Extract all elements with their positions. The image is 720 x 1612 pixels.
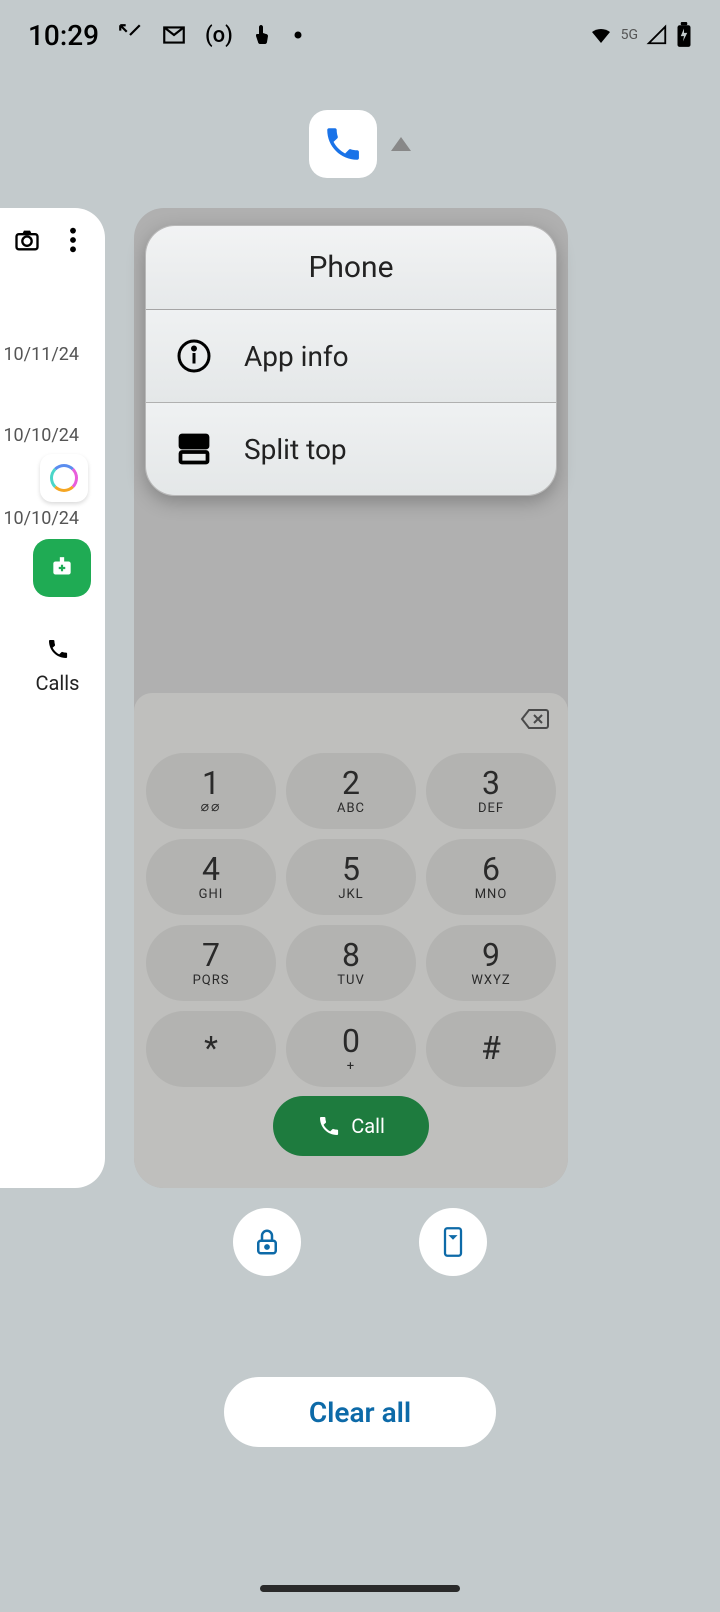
chevron-up-icon: [391, 137, 411, 151]
action-row: [0, 1208, 720, 1276]
lock-app-button[interactable]: [233, 1208, 301, 1276]
nav-handle[interactable]: [260, 1585, 460, 1592]
gmail-icon: [161, 22, 187, 48]
recents-card-left[interactable]: 10/11/24 10/10/24 10/10/24 n the Calls: [0, 208, 105, 1188]
menu-item-app-info[interactable]: App info: [146, 310, 556, 402]
status-right: 5G: [589, 22, 692, 48]
keypad: 1⌀⌀ 2ABC 3DEF 4GHI 5JKL 6MNO 7PQRS 8TUV …: [146, 753, 556, 1087]
key-4[interactable]: 4GHI: [146, 839, 276, 915]
clear-all-button[interactable]: Clear all: [224, 1377, 496, 1447]
voicemail-icon: ⌀⌀: [201, 799, 222, 815]
dialer-panel: 1⌀⌀ 2ABC 3DEF 4GHI 5JKL 6MNO 7PQRS 8TUV …: [134, 693, 568, 1188]
key-3[interactable]: 3DEF: [426, 753, 556, 829]
more-vert-icon[interactable]: [69, 226, 77, 254]
screenshot-button[interactable]: [419, 1208, 487, 1276]
app-context-menu: Phone App info Split top: [145, 225, 557, 496]
list-date: 10/10/24: [0, 508, 87, 529]
calls-tab-label[interactable]: Calls: [36, 671, 80, 695]
key-hash[interactable]: #: [426, 1011, 556, 1087]
key-2[interactable]: 2ABC: [286, 753, 416, 829]
battery-icon: [676, 22, 692, 48]
menu-item-split-top[interactable]: Split top: [146, 402, 556, 495]
menu-item-label: Split top: [244, 433, 347, 466]
list-date: 10/11/24: [0, 344, 87, 365]
wifi-icon: [589, 23, 613, 47]
call-button-label: Call: [351, 1114, 385, 1138]
key-8[interactable]: 8TUV: [286, 925, 416, 1001]
phone-app-icon[interactable]: [309, 110, 377, 178]
app-row-icon: [40, 454, 88, 502]
status-bar: 10:29 (o) 5G: [0, 0, 720, 70]
key-0[interactable]: 0+: [286, 1011, 416, 1087]
signal-icon: [646, 24, 668, 46]
key-9[interactable]: 9WXYZ: [426, 925, 556, 1001]
network-5g-label: 5G: [621, 27, 638, 43]
call-button[interactable]: Call: [273, 1096, 429, 1156]
menu-item-label: App info: [244, 340, 349, 373]
key-7[interactable]: 7PQRS: [146, 925, 276, 1001]
backspace-icon[interactable]: [520, 707, 550, 735]
key-star[interactable]: *: [146, 1011, 276, 1087]
voicemail-count-icon: (o): [205, 23, 233, 48]
phone-icon: [46, 637, 70, 665]
camera-icon[interactable]: [13, 226, 41, 254]
split-top-icon: [174, 429, 214, 469]
app-chip[interactable]: [309, 110, 411, 178]
finger-tap-icon: [251, 23, 275, 47]
list-date: 10/10/24: [0, 425, 87, 446]
context-menu-title: Phone: [146, 226, 556, 310]
clear-all-label: Clear all: [309, 1396, 411, 1429]
status-time: 10:29: [28, 19, 99, 52]
key-5[interactable]: 5JKL: [286, 839, 416, 915]
info-icon: [174, 336, 214, 376]
key-6[interactable]: 6MNO: [426, 839, 556, 915]
missed-call-icon: [117, 22, 143, 48]
dot-icon: [293, 30, 303, 40]
status-left: 10:29 (o): [28, 19, 303, 52]
key-1[interactable]: 1⌀⌀: [146, 753, 276, 829]
add-badge-icon[interactable]: [33, 539, 91, 597]
